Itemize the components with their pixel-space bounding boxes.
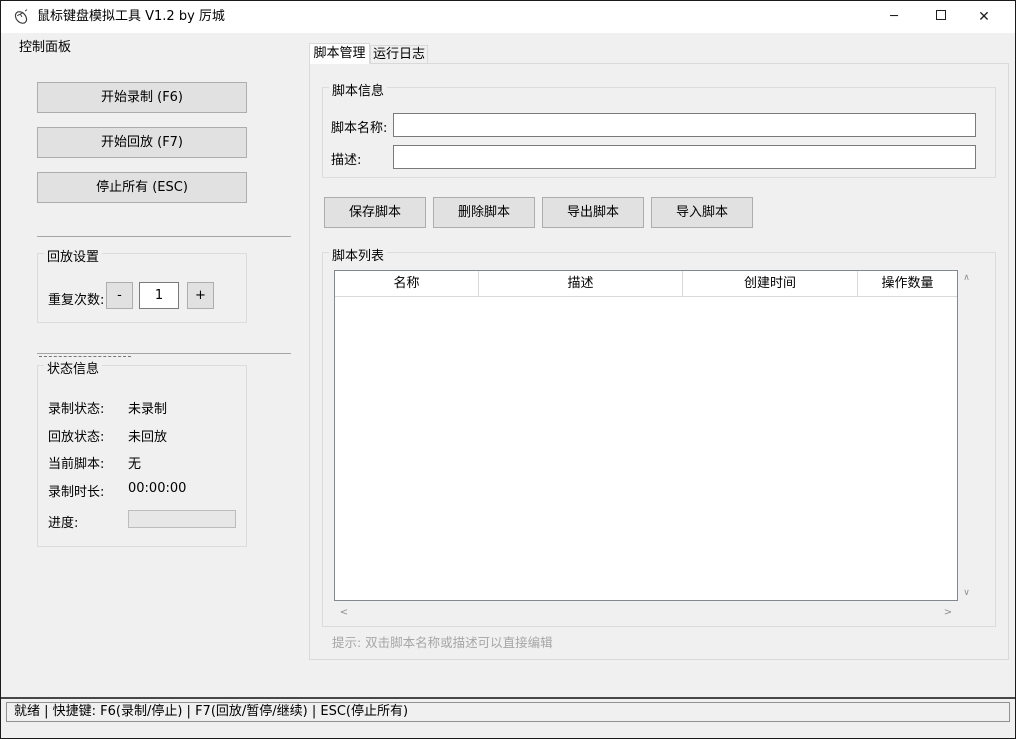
start-playback-button[interactable]: 开始回放 (F7) (37, 127, 247, 158)
status-row: 当前脚本: 无 (38, 453, 246, 469)
script-info-group: 脚本信息 脚本名称: 描述: (322, 87, 996, 178)
close-button[interactable]: ✕ (967, 1, 1001, 33)
minimize-icon: ─ (890, 9, 898, 24)
scroll-left-icon[interactable]: < (336, 605, 352, 622)
table-body[interactable] (335, 298, 957, 600)
table-header-row: 名称 描述 创建时间 操作数量 (335, 271, 957, 297)
separator (37, 236, 291, 237)
window-title: 鼠标键盘模拟工具 V1.2 by 厉城 (37, 1, 225, 33)
dashed-artifact (39, 356, 131, 357)
tab-panel: 脚本信息 脚本名称: 描述: 保存脚本 删除脚本 导出脚本 导入脚本 脚本列表 … (309, 63, 1009, 660)
playback-status-value: 未回放 (128, 426, 167, 445)
increment-button[interactable]: + (187, 282, 214, 309)
horizontal-scrollbar[interactable]: < > (334, 605, 958, 622)
control-panel-title: 控制面板 (19, 36, 71, 55)
record-duration-value: 00:00:00 (128, 481, 186, 496)
status-bar-divider (1, 697, 1015, 699)
playback-settings-title: 回放设置 (44, 246, 102, 265)
minimize-button[interactable]: ─ (877, 1, 911, 33)
maximize-icon (936, 10, 946, 20)
app-window: 鼠标键盘模拟工具 V1.2 by 厉城 ─ ✕ 控制面板 开始录制 (F6) 开… (0, 0, 1016, 739)
current-script-value: 无 (128, 453, 141, 472)
progress-bar (128, 510, 236, 528)
export-script-button[interactable]: 导出脚本 (542, 197, 644, 228)
repeat-count-input[interactable] (139, 282, 179, 309)
status-info-title: 状态信息 (44, 358, 102, 377)
scroll-right-icon[interactable]: > (940, 605, 956, 622)
progress-label: 进度: (48, 512, 78, 531)
table-header-cell-desc[interactable]: 描述 (479, 271, 683, 296)
status-bar-text: 就绪 | 快捷键: F6(录制/停止) | F7(回放/暂停/继续) | ESC… (14, 703, 408, 721)
tab-run-log[interactable]: 运行日志 (370, 45, 428, 64)
stop-all-button[interactable]: 停止所有 (ESC) (37, 172, 247, 203)
status-row: 录制状态: 未录制 (38, 398, 246, 414)
scroll-down-icon[interactable]: ∨ (958, 585, 975, 601)
script-info-title: 脚本信息 (329, 80, 387, 99)
delete-script-button[interactable]: 删除脚本 (433, 197, 535, 228)
close-icon: ✕ (978, 9, 990, 25)
tab-script-management[interactable]: 脚本管理 (309, 43, 370, 64)
table-header-cell-created[interactable]: 创建时间 (683, 271, 858, 296)
titlebar[interactable]: 鼠标键盘模拟工具 V1.2 by 厉城 ─ ✕ (1, 1, 1015, 33)
table-header-cell-name[interactable]: 名称 (335, 271, 479, 296)
record-status-value: 未录制 (128, 398, 167, 417)
save-script-button[interactable]: 保存脚本 (324, 197, 426, 228)
script-desc-label: 描述: (331, 149, 361, 168)
status-info-group: 状态信息 录制状态: 未录制 回放状态: 未回放 当前脚本: 无 录制时长: 0… (37, 365, 247, 547)
script-name-input[interactable] (393, 113, 976, 137)
script-name-label: 脚本名称: (331, 117, 387, 136)
script-list-title: 脚本列表 (329, 245, 387, 264)
vertical-scrollbar[interactable]: ∧ ∨ (958, 270, 975, 601)
record-status-label: 录制状态: (48, 398, 104, 417)
playback-settings-group: 回放设置 重复次数: - + (37, 253, 247, 323)
status-row: 回放状态: 未回放 (38, 426, 246, 442)
repeat-count-label: 重复次数: (48, 289, 104, 308)
mouse-icon (12, 8, 30, 26)
decrement-button[interactable]: - (106, 282, 133, 309)
current-script-label: 当前脚本: (48, 453, 104, 472)
status-row: 录制时长: 00:00:00 (38, 481, 246, 497)
import-script-button[interactable]: 导入脚本 (651, 197, 753, 228)
hint-text: 提示: 双击脚本名称或描述可以直接编辑 (332, 632, 553, 651)
script-list-group: 脚本列表 名称 描述 创建时间 操作数量 ∧ ∨ < > (322, 252, 996, 627)
status-bar: 就绪 | 快捷键: F6(录制/停止) | F7(回放/暂停/继续) | ESC… (6, 702, 1010, 722)
scroll-up-icon[interactable]: ∧ (958, 270, 975, 286)
separator (37, 353, 291, 354)
record-duration-label: 录制时长: (48, 481, 104, 500)
start-record-button[interactable]: 开始录制 (F6) (37, 82, 247, 113)
script-table[interactable]: 名称 描述 创建时间 操作数量 (334, 270, 958, 601)
script-desc-input[interactable] (393, 145, 976, 169)
table-header-cell-opcount[interactable]: 操作数量 (858, 271, 957, 296)
playback-status-label: 回放状态: (48, 426, 104, 445)
maximize-button[interactable] (924, 1, 958, 33)
